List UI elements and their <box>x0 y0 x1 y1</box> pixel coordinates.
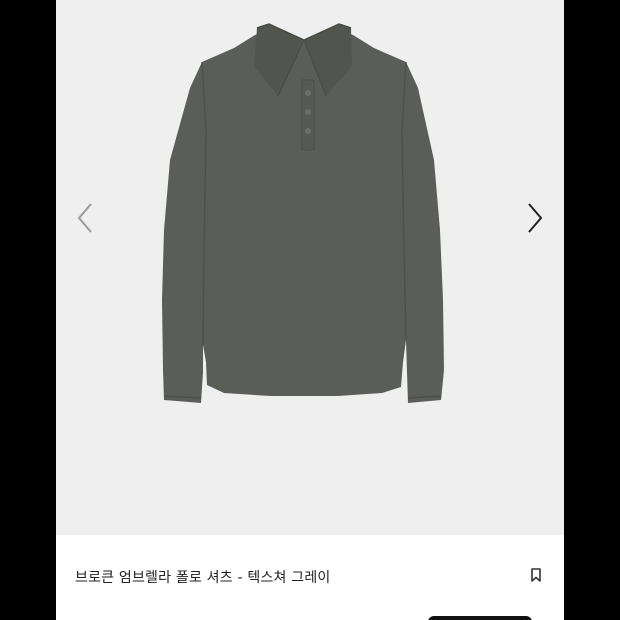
product-info-bar: 브로큰 엄브렐라 폴로 셔츠 - 텍스쳐 그레이 <box>56 535 564 620</box>
product-image-gallery[interactable] <box>56 0 564 535</box>
next-image-button[interactable] <box>518 198 552 238</box>
chevron-left-icon <box>77 203 92 233</box>
action-button-partial[interactable] <box>428 616 532 620</box>
prev-image-button[interactable] <box>68 198 102 238</box>
bookmark-icon <box>531 568 541 582</box>
product-image <box>162 23 444 403</box>
chevron-right-icon <box>528 203 543 233</box>
product-title: 브로큰 엄브렐라 폴로 셔츠 - 텍스쳐 그레이 <box>75 570 331 586</box>
bookmark-button[interactable] <box>526 565 546 585</box>
product-screen: 브로큰 엄브렐라 폴로 셔츠 - 텍스쳐 그레이 <box>56 0 564 620</box>
